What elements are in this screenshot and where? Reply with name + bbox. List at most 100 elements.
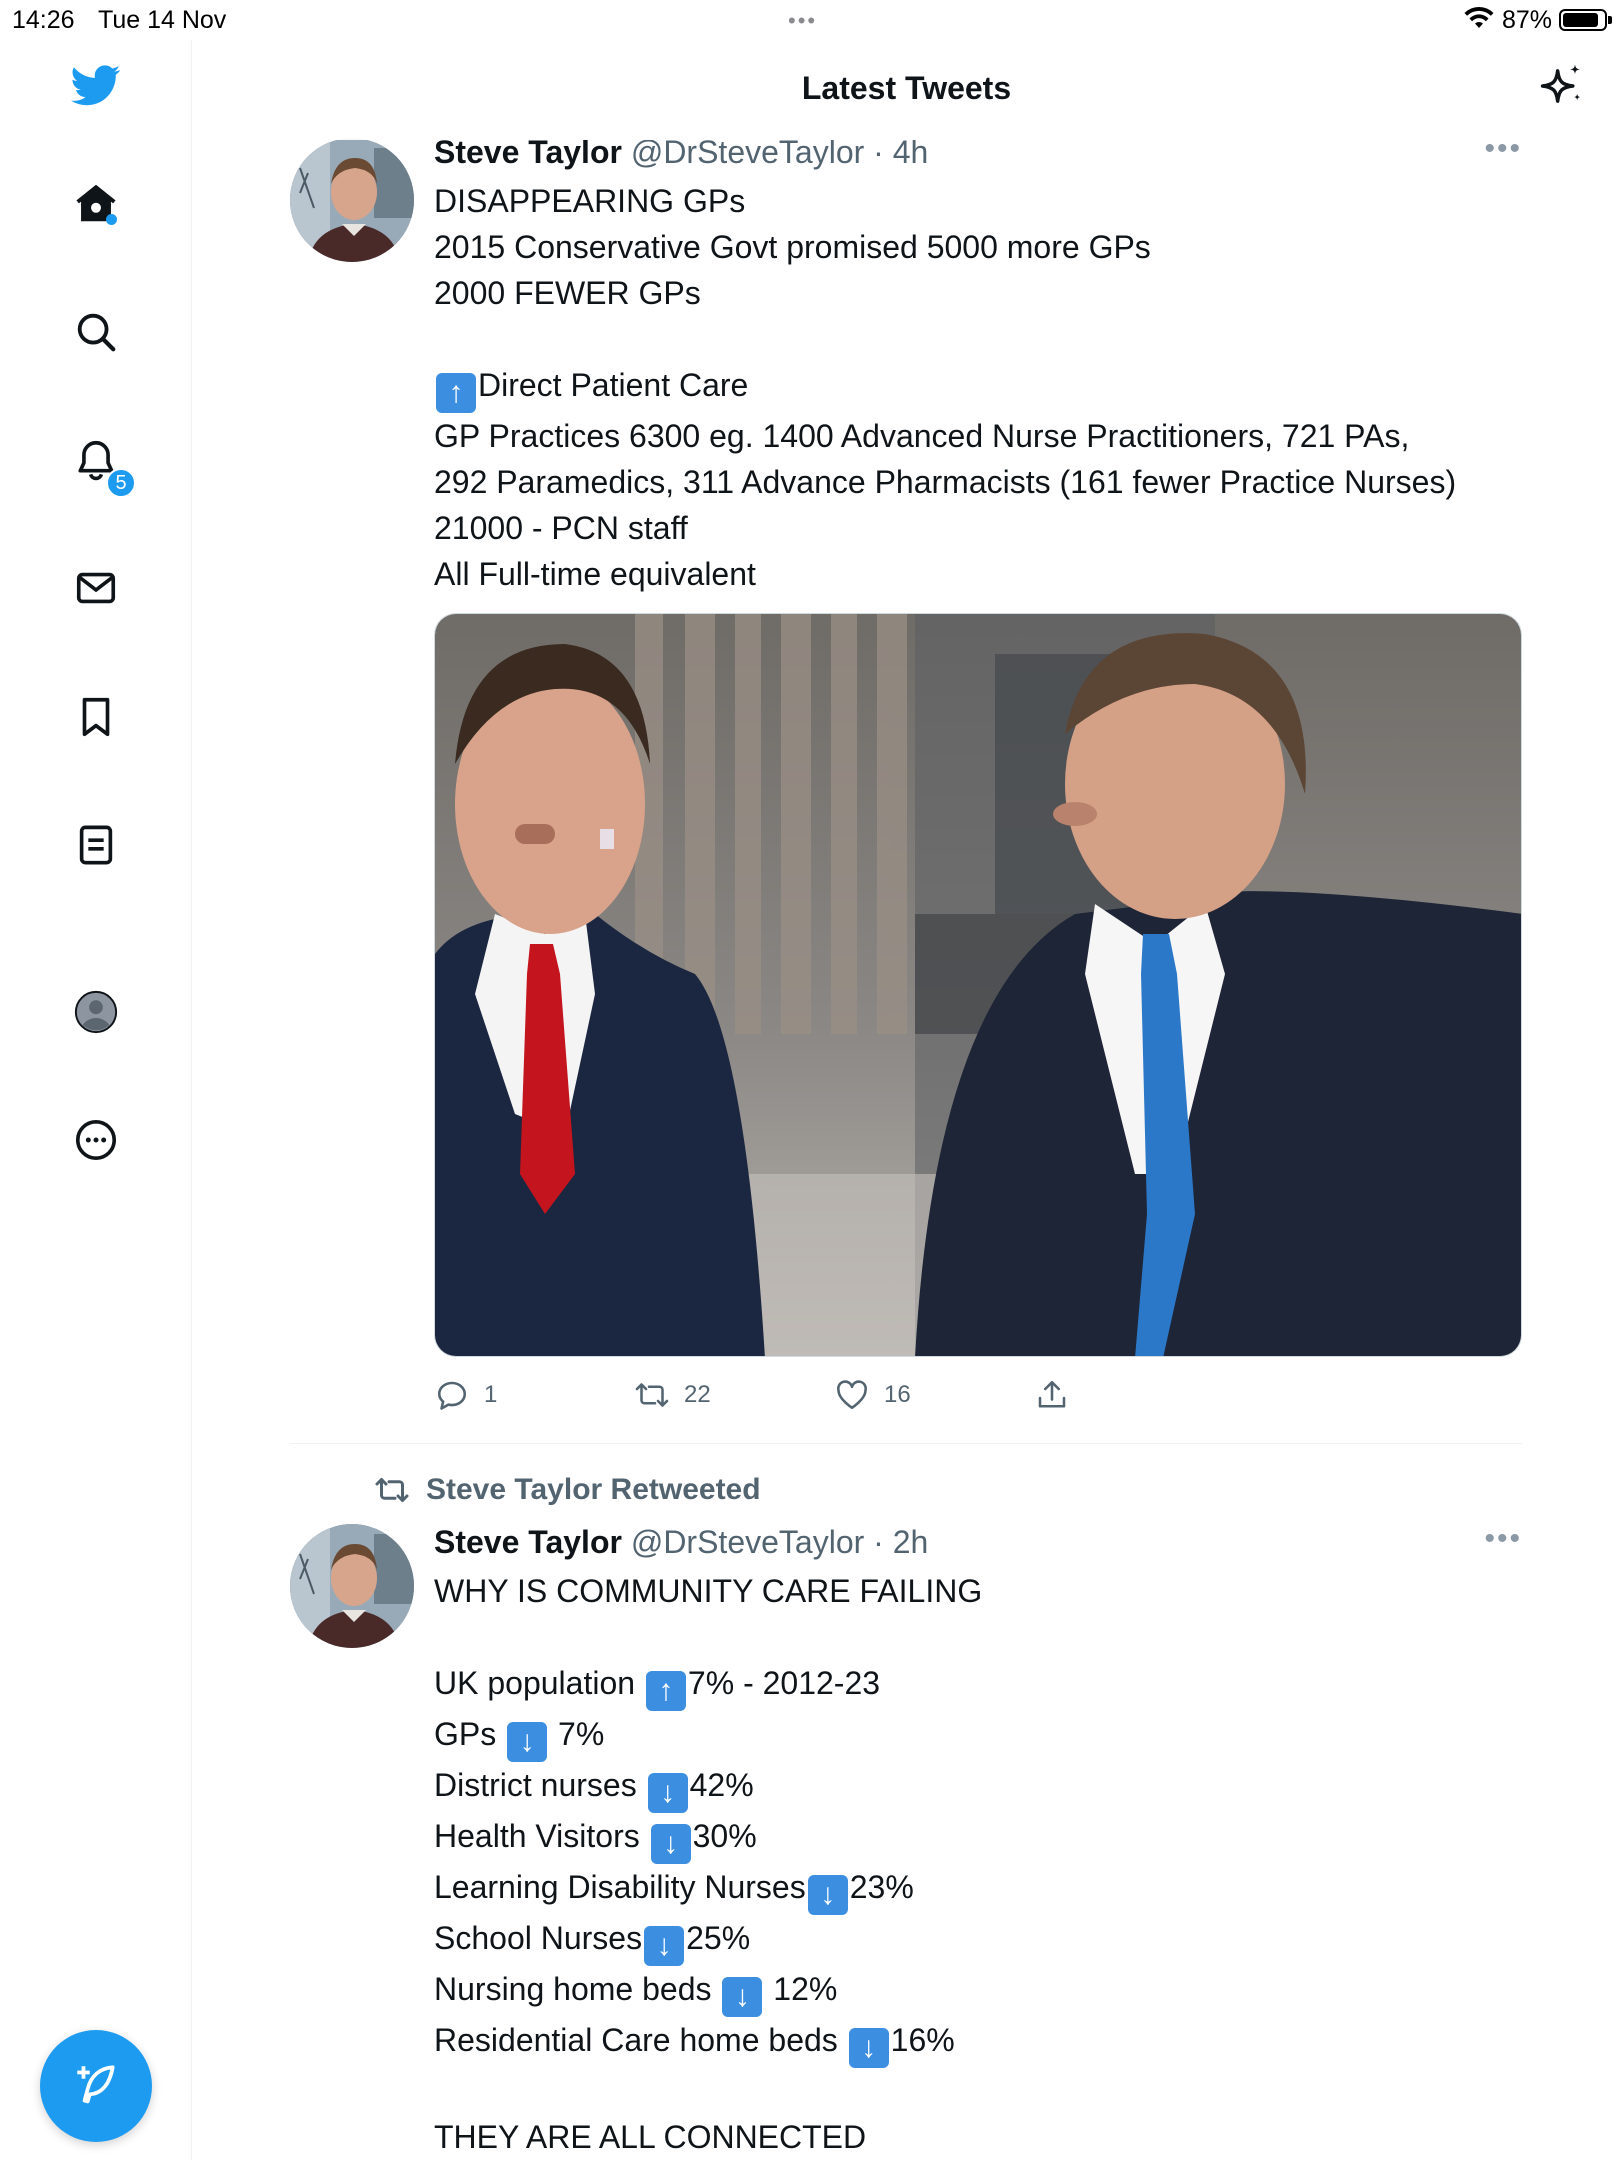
tweet-text-line: 21000 - PCN staff: [434, 505, 1522, 551]
down-arrow-emoji-icon: ↓: [644, 1926, 685, 1966]
tweet-text-line: School Nurses ↓ 25%: [434, 1915, 1522, 1966]
author-handle[interactable]: @DrSteveTaylor: [631, 1524, 864, 1560]
tweet-body: Steve Taylor @DrSteveTaylor · 2h ••• WHY…: [434, 1522, 1522, 2160]
tweet-text-line: All Full-time equivalent: [434, 551, 1522, 597]
twitter-bird-icon[interactable]: [68, 60, 124, 110]
like-button[interactable]: 16: [834, 1377, 911, 1413]
page-title: Latest Tweets: [801, 70, 1012, 106]
down-arrow-emoji-icon: ↓: [807, 1875, 848, 1915]
tweet-timestamp[interactable]: · 2h: [873, 1524, 928, 1560]
tweet-text-value: 292 Paramedics, 311 Advance Pharmacists …: [434, 464, 1457, 500]
author-line: Steve Taylor @DrSteveTaylor · 2h: [434, 1522, 1522, 1562]
down-arrow-emoji-icon: ↓: [650, 1824, 691, 1864]
share-icon: [1038, 1380, 1066, 1408]
tweet-text-value: 30%: [692, 1818, 757, 1854]
battery-fill: [1563, 13, 1598, 27]
down-arrow-emoji-icon: ↓: [647, 1773, 688, 1813]
status-time: 14:26: [12, 6, 75, 34]
down-arrow-emoji-icon: ↓: [507, 1722, 548, 1762]
down-arrow-emoji-icon: ↓: [722, 1977, 763, 2017]
tweet-text-value: All Full-time equivalent: [434, 556, 756, 592]
status-date: Tue 14 Nov: [98, 6, 227, 34]
author-name[interactable]: Steve Taylor: [434, 1524, 622, 1560]
tweet-text-value: 25%: [686, 1920, 751, 1956]
tweet-text-label: Nursing home beds: [434, 1971, 721, 2007]
tweet-text-line: 2000 FEWER GPs: [434, 270, 1522, 316]
tweet-text-label: Health Visitors: [434, 1818, 649, 1854]
lists-icon[interactable]: [70, 819, 122, 871]
tweet-text-label: Learning Disability Nurses: [434, 1869, 806, 1905]
tweet-text-label: GPs: [434, 1716, 506, 1752]
up-arrow-emoji-icon: ↑: [436, 373, 476, 413]
battery-percentage: 87%: [1502, 6, 1553, 34]
reply-count: 1: [484, 1381, 498, 1408]
tweet-text-label: UK population: [434, 1665, 644, 1701]
tweet-text: WHY IS COMMUNITY CARE FAILING UK populati…: [434, 1568, 1522, 2160]
tweet-actions: 1 22 16: [434, 1377, 1522, 1429]
tweet-photo[interactable]: [434, 613, 1522, 1357]
tweet-text-value: 23%: [849, 1869, 914, 1905]
sparkle-timeline-toggle-icon[interactable]: [1536, 60, 1588, 112]
compose-tweet-button[interactable]: [40, 2030, 152, 2142]
tweet-text-line: THEY ARE ALL CONNECTED: [434, 2114, 1522, 2160]
tweet-text-line: District nurses ↓ 42%: [434, 1762, 1522, 1813]
retweet-context[interactable]: Steve Taylor Retweeted: [372, 1472, 761, 1508]
bookmarks-icon[interactable]: [70, 691, 122, 743]
tweet-divider: [290, 1443, 1522, 1444]
search-icon[interactable]: [70, 306, 122, 358]
tweet-text-value: WHY IS COMMUNITY CARE FAILING: [434, 1573, 983, 1609]
share-button[interactable]: [1034, 1377, 1070, 1413]
photo-two-men-in-suits: [435, 614, 1521, 1356]
tweet-text-value: THEY ARE ALL CONNECTED: [434, 2119, 867, 2155]
tweet-text-line: WHY IS COMMUNITY CARE FAILING: [434, 1568, 1522, 1614]
tweet-text-value: DISAPPEARING GPs: [434, 183, 746, 219]
notifications-badge: 5: [106, 468, 136, 498]
retweet-button[interactable]: 22: [634, 1377, 711, 1413]
profile-avatar-icon[interactable]: [70, 986, 122, 1038]
tweet-text-line: UK population ↑ 7% - 2012-23: [434, 1660, 1522, 1711]
sidebar-nav: 5: [0, 40, 192, 2160]
tweet-text-value: 2015 Conservative Govt promised 5000 mor…: [434, 229, 1151, 265]
multitasking-dots-icon[interactable]: •••: [788, 8, 817, 34]
home-unread-dot: [106, 214, 117, 225]
timeline-header: Latest Tweets: [193, 40, 1620, 140]
author-avatar[interactable]: [290, 138, 414, 262]
more-options-icon[interactable]: [70, 1114, 122, 1166]
tweet-text-line: 292 Paramedics, 311 Advance Pharmacists …: [434, 459, 1522, 505]
tweet-text-value: Direct Patient Care: [478, 367, 749, 403]
compose-feather-icon: [77, 2065, 115, 2104]
tweet-text-line: Learning Disability Nurses ↓ 23%: [434, 1864, 1522, 1915]
tweet-text-value: 2000 FEWER GPs: [434, 275, 701, 311]
retweet-context-label: Steve Taylor Retweeted: [426, 1473, 761, 1506]
tweet-text-label: School Nurses: [434, 1920, 643, 1956]
tweet-text-value: 42%: [689, 1767, 754, 1803]
tweet-text-value: 16%: [890, 2022, 955, 2058]
wifi-icon: [1464, 6, 1494, 28]
tweet-text-line: [434, 2068, 1522, 2114]
tweet-text-line: Health Visitors ↓ 30%: [434, 1813, 1522, 1864]
messages-envelope-icon[interactable]: [70, 562, 122, 614]
tweet-text: DISAPPEARING GPs 2015 Conservative Govt p…: [434, 178, 1522, 597]
tweet-text-value: 21000 - PCN staff: [434, 510, 688, 546]
tweet-text-value: 7%: [549, 1716, 605, 1752]
tweet-text-line: Residential Care home beds ↓ 16%: [434, 2017, 1522, 2068]
tweet-body: Steve Taylor @DrSteveTaylor · 4h ••• DIS…: [434, 132, 1522, 1429]
down-arrow-emoji-icon: ↓: [848, 2028, 889, 2068]
retweet-count: 22: [684, 1381, 711, 1408]
tweet-text-line: 2015 Conservative Govt promised 5000 mor…: [434, 224, 1522, 270]
reply-button[interactable]: 1: [434, 1377, 497, 1413]
heart-icon: [837, 1380, 867, 1410]
tweet-text-line: Nursing home beds ↓ 12%: [434, 1966, 1522, 2017]
retweet-icon: [635, 1383, 669, 1407]
tweet-text-label: Residential Care home beds: [434, 2022, 847, 2058]
tweet-more-icon[interactable]: •••: [1484, 1522, 1522, 1556]
retweet-icon: [375, 1478, 409, 1502]
author-avatar[interactable]: [290, 1524, 414, 1648]
status-bar: 14:26 Tue 14 Nov ••• 87%: [0, 0, 1620, 40]
tweet-text-value: 12%: [764, 1971, 838, 2007]
like-count: 16: [884, 1381, 911, 1408]
tweet-text-label: District nurses: [434, 1767, 646, 1803]
tweet-text-line: ↑ Direct Patient Care: [434, 362, 1522, 413]
tweet-text-line: [434, 1614, 1522, 1660]
tweet-text-line: GP Practices 6300 eg. 1400 Advanced Nurs…: [434, 413, 1522, 459]
